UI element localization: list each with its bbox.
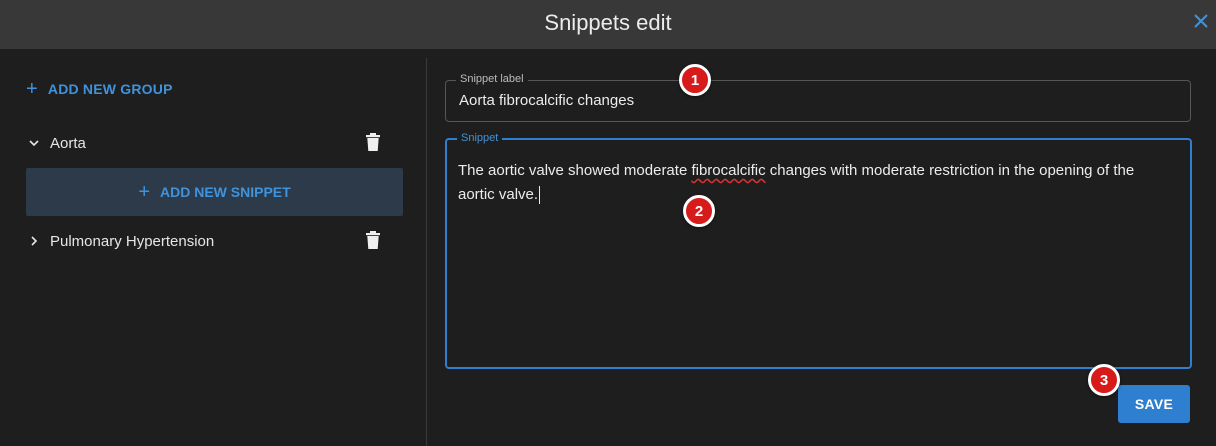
window-title: Snippets edit bbox=[544, 10, 672, 35]
snippet-text: The aortic valve showed moderate fibroca… bbox=[458, 159, 1150, 207]
group-label: Aorta bbox=[50, 134, 86, 152]
group-label: Pulmonary Hypertension bbox=[50, 232, 215, 250]
plus-icon: + bbox=[138, 181, 150, 203]
add-group-button[interactable]: + ADD NEW GROUP bbox=[26, 78, 173, 100]
group-item-aorta[interactable]: Aorta bbox=[26, 131, 386, 155]
annotation-marker-3: 3 bbox=[1088, 364, 1120, 396]
group-item-pulmonary-hypertension[interactable]: Pulmonary Hypertension bbox=[26, 229, 386, 253]
snippet-label-value: Aorta fibrocalcific changes bbox=[459, 92, 635, 109]
add-group-label: ADD NEW GROUP bbox=[47, 81, 173, 97]
annotation-marker-2: 2 bbox=[683, 195, 715, 227]
close-icon[interactable] bbox=[1190, 10, 1212, 32]
text-caret bbox=[539, 186, 541, 205]
trash-icon[interactable] bbox=[364, 230, 382, 250]
snippet-legend: Snippet bbox=[457, 132, 503, 144]
annotation-marker-1: 1 bbox=[679, 64, 711, 96]
trash-icon[interactable] bbox=[364, 132, 382, 152]
snippet-textarea[interactable]: Snippet The aortic valve showed moderate… bbox=[445, 132, 1192, 369]
snippet-text-part: The aortic valve showed moderate bbox=[458, 162, 692, 179]
title-bar: Snippets edit bbox=[0, 0, 1216, 49]
misspelled-word: fibrocalcific bbox=[691, 162, 766, 179]
panel-divider bbox=[426, 58, 427, 446]
snippet-label-field[interactable]: Snippet label Aorta fibrocalcific change… bbox=[445, 73, 1191, 122]
plus-icon: + bbox=[26, 78, 38, 100]
chevron-down-icon[interactable] bbox=[26, 139, 42, 147]
snippet-label-legend: Snippet label bbox=[456, 73, 528, 85]
save-button[interactable]: SAVE bbox=[1118, 385, 1190, 423]
add-snippet-label: ADD NEW SNIPPET bbox=[160, 184, 291, 200]
chevron-right-icon[interactable] bbox=[26, 236, 42, 246]
add-snippet-button[interactable]: + ADD NEW SNIPPET bbox=[26, 168, 403, 216]
